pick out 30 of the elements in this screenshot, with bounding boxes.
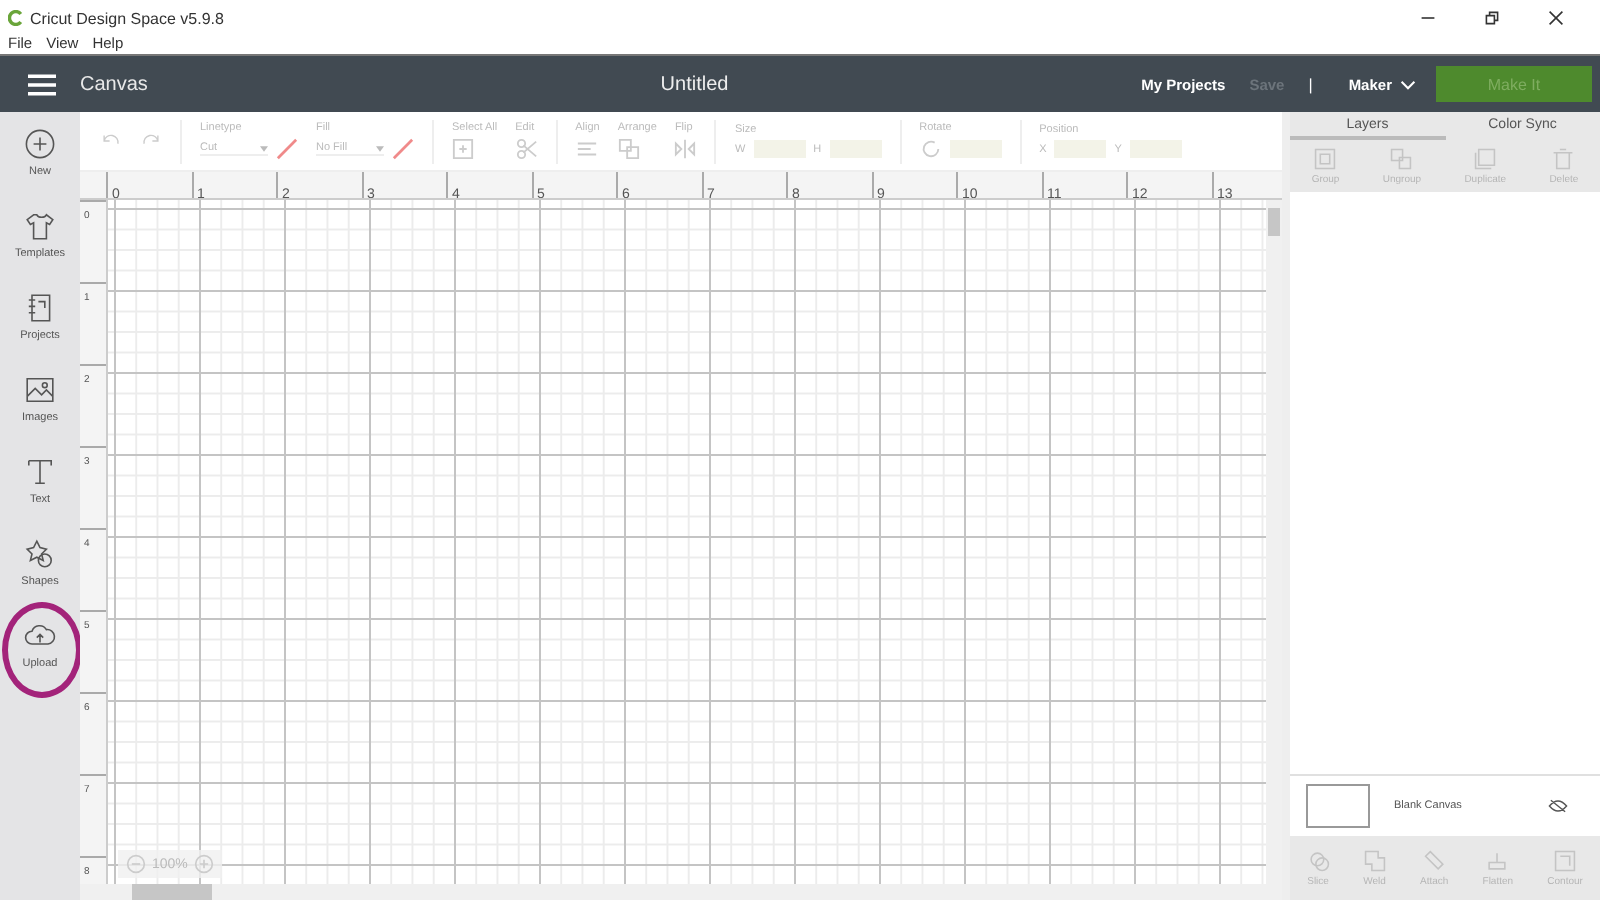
separator: | bbox=[1308, 75, 1313, 93]
caret-icon bbox=[260, 145, 268, 151]
menu-icon[interactable] bbox=[28, 73, 56, 95]
caret-icon bbox=[376, 145, 384, 151]
chevron-icon bbox=[1400, 79, 1416, 89]
scissors-icon[interactable] bbox=[515, 138, 538, 160]
window-title: Cricut Design Space v5.9.8 bbox=[30, 9, 224, 27]
rotate-icon bbox=[919, 138, 942, 160]
shirt-icon[interactable] bbox=[24, 210, 56, 242]
select-all-icon[interactable] bbox=[452, 138, 474, 160]
page-title: Canvas bbox=[80, 73, 148, 95]
hidden-eye-icon[interactable] bbox=[1548, 798, 1568, 814]
align-icon[interactable] bbox=[575, 138, 598, 160]
zoom-out-icon[interactable] bbox=[126, 854, 146, 874]
zoom-in-icon[interactable] bbox=[193, 854, 214, 874]
image-icon[interactable] bbox=[24, 374, 56, 406]
arrange-icon[interactable] bbox=[617, 138, 640, 160]
plus-circle-icon[interactable] bbox=[24, 128, 56, 160]
flip-icon[interactable] bbox=[674, 138, 697, 160]
pen-swatch-icon[interactable] bbox=[392, 138, 414, 160]
text-icon[interactable] bbox=[24, 456, 56, 488]
shapes-icon[interactable] bbox=[24, 538, 56, 570]
notebook-icon[interactable] bbox=[24, 292, 56, 324]
canvas-thumbnail bbox=[1306, 784, 1370, 828]
close-icon[interactable] bbox=[1548, 10, 1564, 26]
horizontal-scrollbar[interactable] bbox=[80, 884, 1282, 900]
project-title: Untitled bbox=[660, 73, 729, 95]
restore-icon[interactable] bbox=[1484, 10, 1500, 26]
pen-swatch-icon[interactable] bbox=[276, 138, 298, 160]
app-logo-icon bbox=[8, 10, 24, 26]
